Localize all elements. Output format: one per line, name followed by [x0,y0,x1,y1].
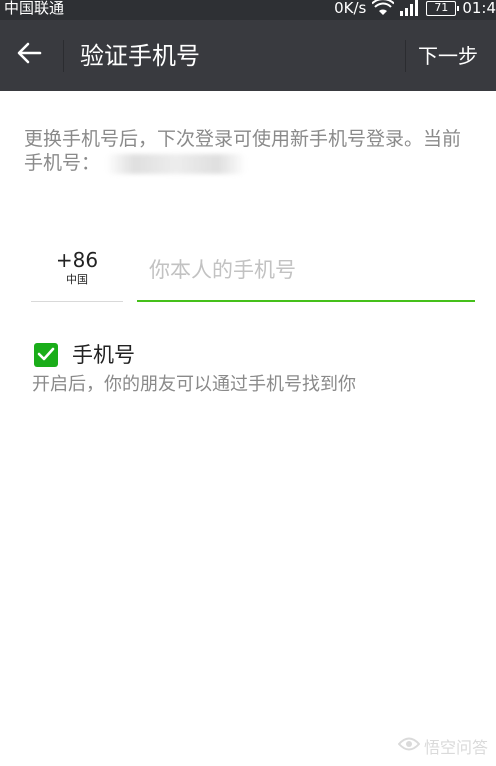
app-bar: 验证手机号 下一步 [0,20,496,91]
current-phone-number-redacted [106,153,247,174]
page-title: 验证手机号 [80,42,200,70]
signal-icon [400,0,420,16]
watermark-logo-icon [397,735,421,757]
battery-icon: 71 [426,0,460,16]
watermark: 悟空问答 [397,734,488,758]
discoverable-hint: 开启后，你的朋友可以通过手机号找到你 [32,374,356,395]
country-code-selector[interactable]: +86 中国 [31,240,123,302]
status-indicators: 0K/s 71 01:4 [334,0,496,17]
back-arrow-icon [16,41,42,69]
carrier-name: 中国联通 [4,0,65,17]
country-name: 中国 [66,273,88,286]
watermark-text: 悟空问答 [423,738,488,757]
phone-number-input[interactable] [137,240,475,302]
back-button[interactable] [8,34,50,76]
discoverable-label: 手机号 [72,343,135,367]
app-bar-divider [63,40,64,72]
network-speed: 0K/s [334,0,367,17]
status-bar: 中国联通 0K/s 71 01:4 [0,0,496,20]
checkmark-icon [37,346,55,365]
change-number-description: 更换手机号后，下次登录可使用新手机号登录。当前手机号： [24,127,474,175]
wifi-icon [372,0,395,16]
clock: 01:4 [462,0,496,17]
country-code-value: +86 [55,248,99,272]
app-bar-divider [405,40,406,72]
next-button[interactable]: 下一步 [418,44,478,68]
discoverable-checkbox[interactable] [34,343,58,367]
